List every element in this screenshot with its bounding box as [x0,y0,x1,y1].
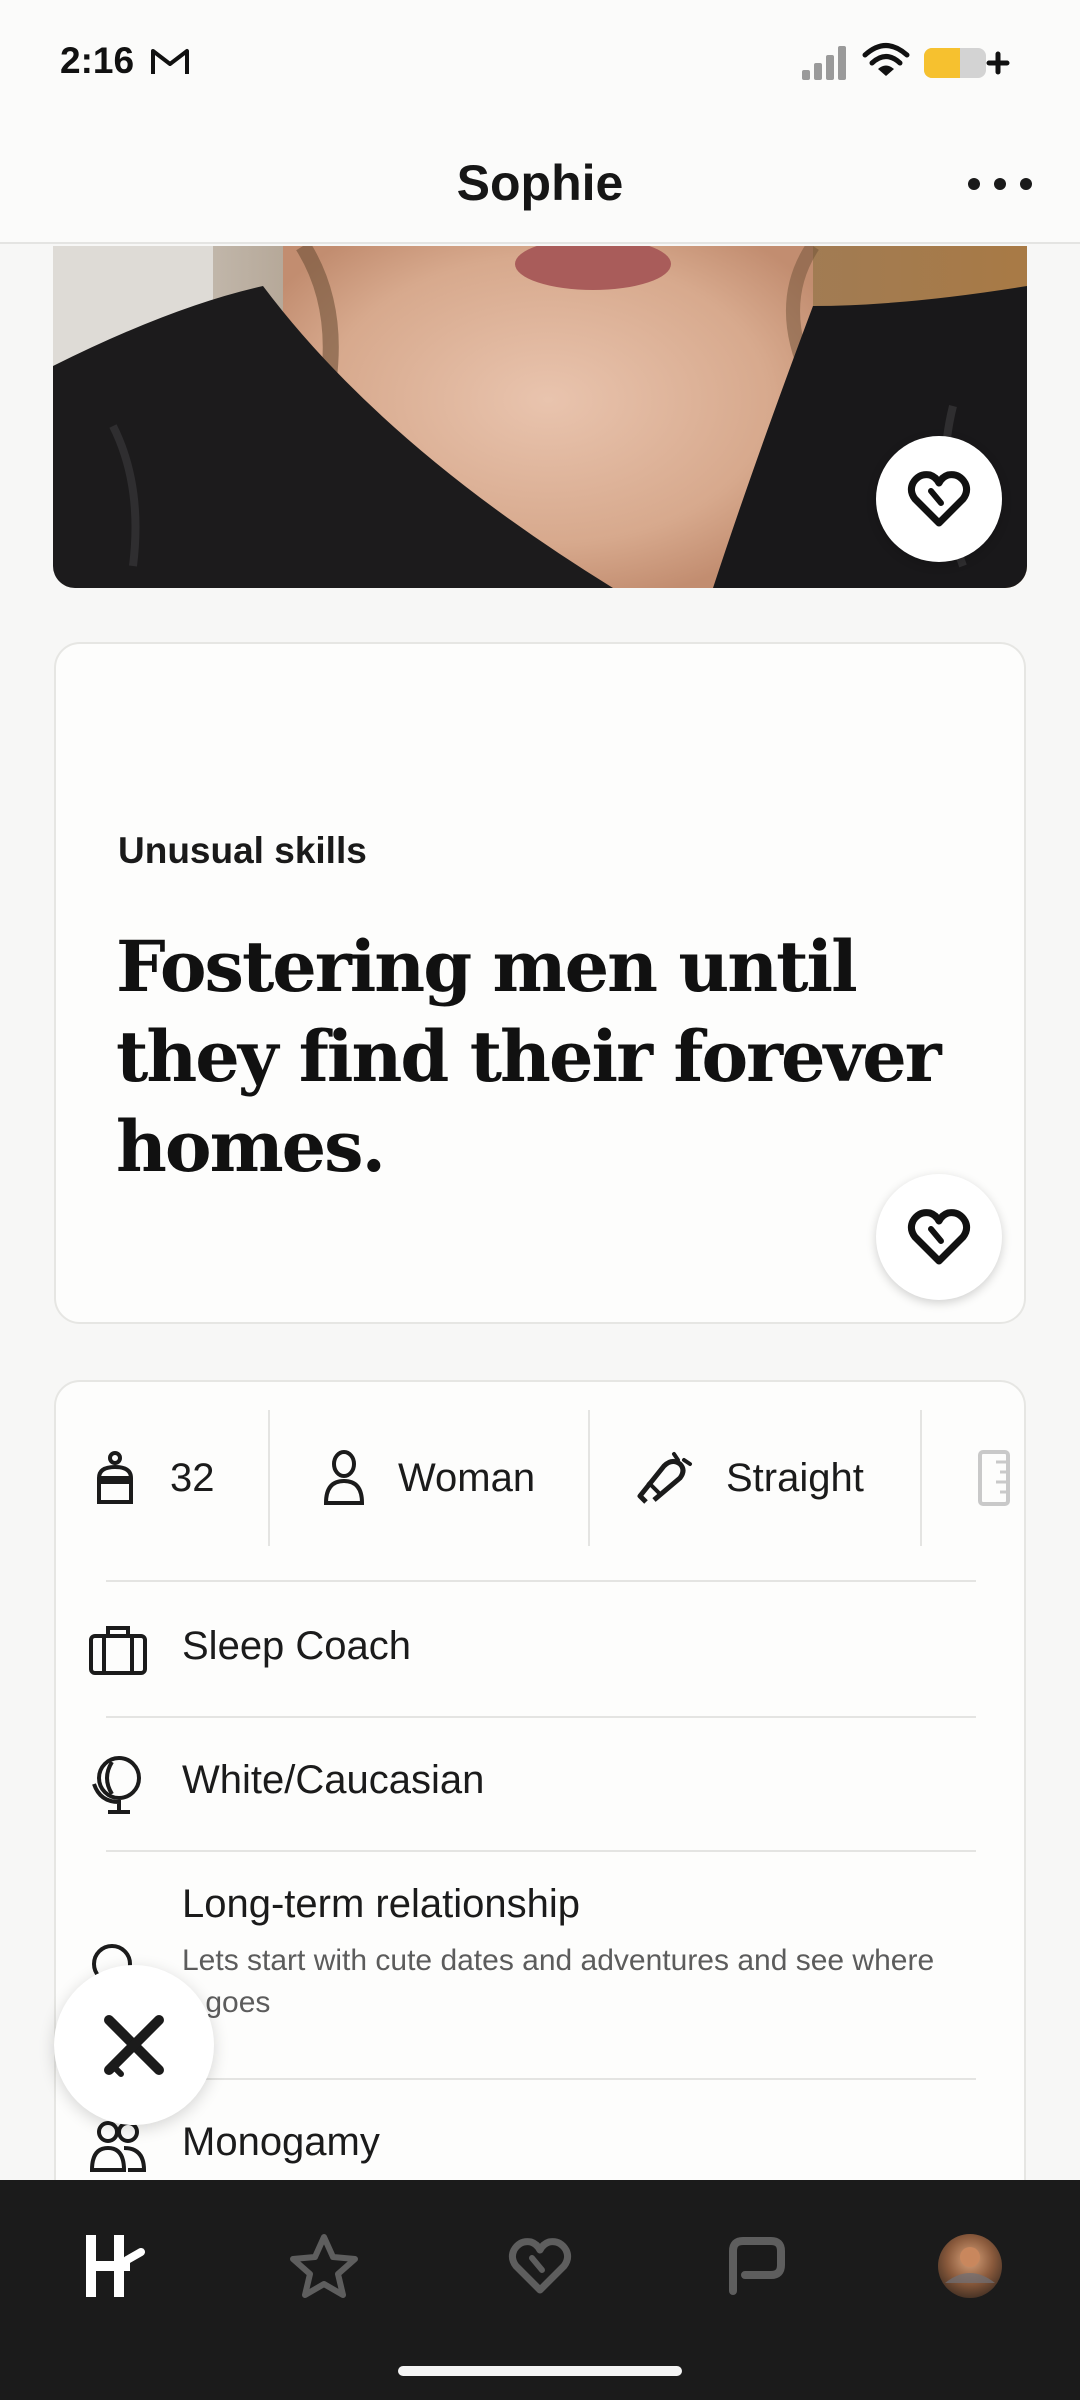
more-options-button[interactable] [968,162,1032,206]
person-icon [323,1450,365,1505]
gender-value: Woman [398,1455,536,1500]
nav-standouts[interactable] [284,2226,364,2306]
more-horizontal-icon [968,178,980,190]
nav-likes[interactable] [500,2226,580,2306]
age-value: 32 [170,1455,215,1500]
people-icon [89,2121,147,2172]
profile-avatar [938,2234,1002,2298]
ethnicity-text: White/Caucasian [182,1758,485,1802]
vital-height [974,1404,1014,1552]
chat-icon [729,2237,785,2295]
profile-header: Sophie [0,126,1080,244]
home-indicator [398,2366,682,2376]
globe-icon [92,1756,141,1814]
star-icon [290,2234,358,2298]
wifi-icon [862,43,910,76]
heart-icon [508,2238,572,2294]
job-row: Sleep Coach [56,1580,1024,1716]
magnet-icon [637,1452,692,1504]
page-title: Sophie [456,155,624,211]
status-time: 2:16 [60,40,135,81]
home-icon [86,2235,145,2297]
battery-icon [924,48,1010,78]
status-bar: 2:16 [0,0,1080,126]
ethnicity-row: White/Caucasian [56,1716,1024,1850]
ruler-icon [978,1450,1010,1506]
nav-home[interactable] [74,2226,154,2306]
intention-text: Long-term relationship [182,1882,580,1926]
heart-icon [907,471,971,527]
signal-icon [802,46,846,80]
vital-sexuality: Straight [634,1404,864,1552]
intention-note: Lets start with cute dates and adventure… [182,1944,935,2019]
heart-icon [907,1209,971,1265]
profile-photo [53,246,1027,588]
close-icon [104,2015,164,2077]
dismiss-profile-button[interactable] [54,1965,214,2125]
gmail-icon [151,49,189,74]
vital-age: 32 [92,1404,215,1552]
like-photo-button[interactable] [876,436,1002,562]
relationship-type-text: Monogamy [182,2120,380,2164]
briefcase-icon [89,1626,147,1675]
vital-gender: Woman [322,1404,535,1552]
job-text: Sleep Coach [182,1624,412,1668]
nav-profile[interactable] [930,2226,1010,2306]
vitals-scroll-row[interactable]: 32 Woman Straight [56,1404,1024,1552]
like-prompt-button[interactable] [876,1174,1002,1300]
prompt-answer: Fostering men until they find their fore… [116,925,942,1188]
sexuality-value: Straight [726,1455,864,1500]
birthday-cake-icon [96,1451,134,1504]
nav-matches[interactable] [716,2226,796,2306]
prompt-question: Unusual skills [118,830,367,871]
